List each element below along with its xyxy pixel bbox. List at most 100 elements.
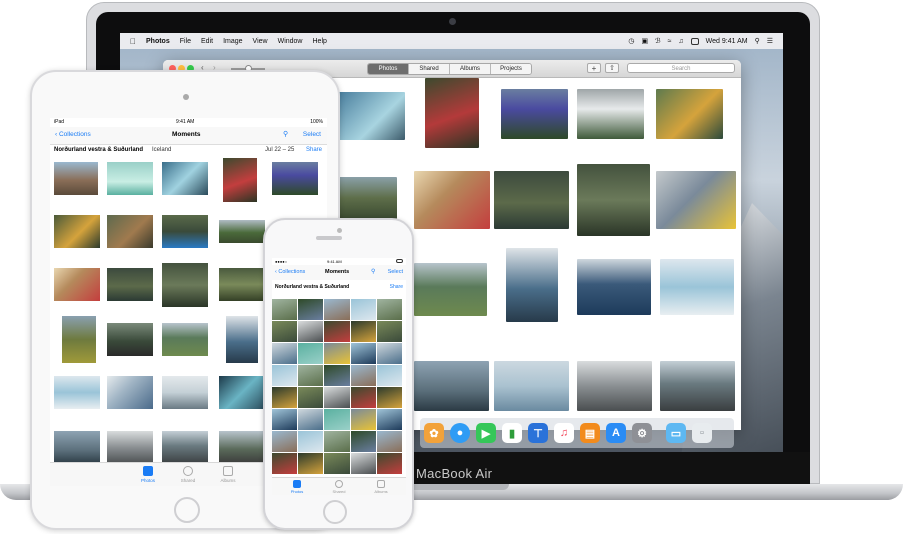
photo-thumbnail[interactable] <box>272 365 298 386</box>
photo-thumbnail[interactable] <box>414 361 489 411</box>
cast-icon[interactable]: ▣ <box>641 37 648 45</box>
back-button[interactable]: ‹ Collections <box>275 269 305 275</box>
photo-thumbnail[interactable] <box>272 162 318 195</box>
photo-thumbnail[interactable] <box>223 158 257 202</box>
menu-clock[interactable]: Wed 9:41 AM <box>706 38 748 45</box>
search-field[interactable]: Search <box>627 63 735 73</box>
tab-albums[interactable]: Albums <box>366 480 396 494</box>
photo-thumbnail[interactable] <box>298 321 324 342</box>
photo-thumbnail[interactable] <box>54 376 100 409</box>
photo-thumbnail[interactable] <box>219 220 265 243</box>
share-button[interactable]: Share <box>306 147 322 153</box>
tab-photos[interactable]: Photos <box>128 466 168 483</box>
photo-thumbnail[interactable] <box>162 263 208 307</box>
add-button[interactable]: + <box>587 63 601 73</box>
photo-thumbnail[interactable] <box>298 343 324 364</box>
photo-thumbnail[interactable] <box>324 387 350 408</box>
photo-thumbnail[interactable] <box>272 321 298 342</box>
select-button[interactable]: Select <box>388 269 403 275</box>
photo-thumbnail[interactable] <box>376 431 402 452</box>
trash-icon[interactable]: ▫ <box>692 423 712 443</box>
photo-thumbnail[interactable] <box>414 171 490 229</box>
photo-thumbnail[interactable] <box>494 171 569 229</box>
photo-thumbnail[interactable] <box>298 387 324 408</box>
folder-icon[interactable]: ▭ <box>666 423 686 443</box>
search-icon[interactable]: ⚲ <box>283 130 288 138</box>
bluetooth-icon[interactable]: ℬ <box>655 37 661 45</box>
tab-photos[interactable]: Photos <box>368 64 409 74</box>
photo-thumbnail[interactable] <box>107 162 153 195</box>
photo-thumbnail[interactable] <box>272 431 298 452</box>
photo-thumbnail[interactable] <box>298 431 324 452</box>
photo-thumbnail[interactable] <box>107 268 153 301</box>
photo-thumbnail[interactable] <box>376 321 402 342</box>
volume-icon[interactable]: ♫ <box>678 38 683 45</box>
menu-file[interactable]: File <box>180 38 191 45</box>
photo-thumbnail[interactable] <box>324 343 350 364</box>
photo-thumbnail[interactable] <box>506 248 558 322</box>
photo-thumbnail[interactable] <box>162 162 208 195</box>
photo-thumbnail[interactable] <box>350 409 376 430</box>
photo-thumbnail[interactable] <box>577 361 652 411</box>
photo-thumbnail[interactable] <box>272 299 298 320</box>
tab-photos[interactable]: Photos <box>282 480 312 494</box>
photo-thumbnail[interactable] <box>324 321 350 342</box>
photo-thumbnail[interactable] <box>324 365 350 386</box>
photo-thumbnail[interactable] <box>501 89 568 139</box>
system-preferences-icon[interactable]: ⚙ <box>632 423 652 443</box>
photo-thumbnail[interactable] <box>350 365 376 386</box>
photo-thumbnail[interactable] <box>376 299 402 320</box>
photo-thumbnail[interactable] <box>376 409 402 430</box>
photo-thumbnail[interactable] <box>298 453 324 474</box>
home-button[interactable] <box>323 500 347 524</box>
photo-thumbnail[interactable] <box>162 431 208 464</box>
photo-thumbnail[interactable] <box>54 431 100 464</box>
moment-location[interactable]: Norðurland vestra & Suðurland <box>275 284 349 290</box>
photo-thumbnail[interactable] <box>219 268 265 301</box>
photo-thumbnail[interactable] <box>339 177 397 219</box>
photo-thumbnail[interactable] <box>376 453 402 474</box>
search-icon[interactable]: ⚲ <box>371 268 375 275</box>
app-store-icon[interactable]: A <box>606 423 626 443</box>
messages-icon[interactable]: ● <box>450 423 470 443</box>
photo-thumbnail[interactable] <box>324 431 350 452</box>
menu-app-name[interactable]: Photos <box>146 38 170 45</box>
tab-albums[interactable]: Albums <box>208 466 248 483</box>
photo-thumbnail[interactable] <box>226 316 258 363</box>
tab-shared[interactable]: Shared <box>324 480 354 494</box>
photo-thumbnail[interactable] <box>107 215 153 248</box>
photo-thumbnail[interactable] <box>272 453 298 474</box>
keynote-icon[interactable]: ⊤ <box>528 423 548 443</box>
photo-thumbnail[interactable] <box>494 361 569 411</box>
photo-thumbnail[interactable] <box>107 323 153 356</box>
photo-thumbnail[interactable] <box>62 316 96 363</box>
tab-shared[interactable]: Shared <box>409 64 450 74</box>
photo-thumbnail[interactable] <box>350 431 376 452</box>
photo-thumbnail[interactable] <box>350 387 376 408</box>
apple-logo-icon[interactable]:  <box>130 37 138 46</box>
photo-thumbnail[interactable] <box>219 376 265 409</box>
photo-thumbnail[interactable] <box>577 259 651 315</box>
photo-thumbnail[interactable] <box>54 268 100 301</box>
tab-albums[interactable]: Albums <box>450 64 491 74</box>
spotlight-icon[interactable]: ⚲ <box>755 37 760 45</box>
share-button[interactable]: Share <box>390 284 403 290</box>
photo-thumbnail[interactable] <box>376 343 402 364</box>
photo-thumbnail[interactable] <box>577 89 644 139</box>
home-button[interactable] <box>174 497 200 523</box>
menu-help[interactable]: Help <box>313 38 327 45</box>
photo-thumbnail[interactable] <box>339 92 405 140</box>
photo-thumbnail[interactable] <box>298 299 324 320</box>
photo-thumbnail[interactable] <box>107 376 153 409</box>
photo-thumbnail[interactable] <box>272 409 298 430</box>
photo-thumbnail[interactable] <box>324 409 350 430</box>
photo-thumbnail[interactable] <box>425 78 479 148</box>
menu-window[interactable]: Window <box>278 38 303 45</box>
select-button[interactable]: Select <box>303 131 321 138</box>
photo-thumbnail[interactable] <box>324 299 350 320</box>
photo-thumbnail[interactable] <box>219 431 265 464</box>
photo-thumbnail[interactable] <box>660 361 735 411</box>
tab-shared[interactable]: Shared <box>168 466 208 483</box>
photo-thumbnail[interactable] <box>298 365 324 386</box>
share-icon[interactable]: ⇧ <box>605 63 619 73</box>
